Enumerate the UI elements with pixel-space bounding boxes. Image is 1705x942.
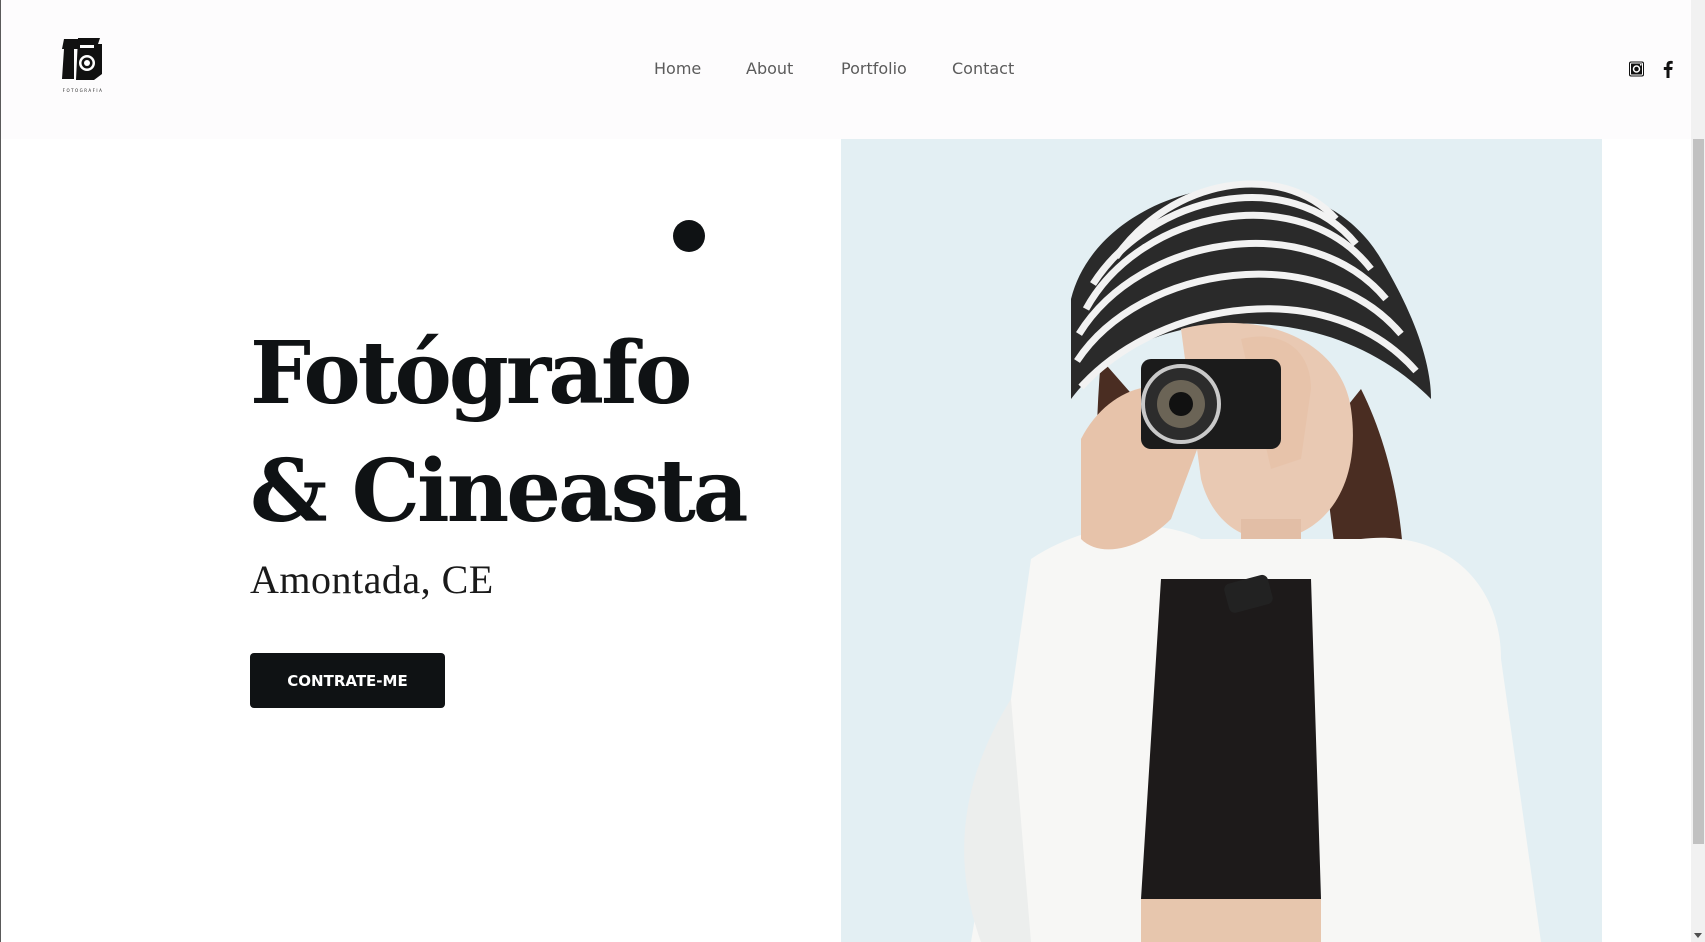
hire-me-button[interactable]: CONTRATE-ME bbox=[250, 653, 445, 708]
nav-portfolio[interactable]: Portfolio bbox=[841, 58, 907, 80]
dot-icon bbox=[673, 220, 705, 252]
camera-logo-icon bbox=[62, 38, 102, 80]
page-scrollbar[interactable] bbox=[1691, 0, 1705, 942]
hero-location: Amontada, CE bbox=[250, 557, 494, 602]
nav-contact[interactable]: Contact bbox=[952, 58, 1014, 80]
logo-caption: FOTOGRAFIA bbox=[62, 88, 104, 93]
instagram-icon[interactable] bbox=[1628, 60, 1645, 78]
logo[interactable]: FOTOGRAFIA bbox=[58, 35, 108, 97]
facebook-icon[interactable] bbox=[1662, 60, 1674, 78]
site-header: FOTOGRAFIA Home About Portfolio Contact bbox=[1, 0, 1691, 139]
page: FOTOGRAFIA Home About Portfolio Contact … bbox=[0, 0, 1705, 942]
photographer-photo bbox=[841, 139, 1602, 942]
scroll-down-arrow-icon[interactable] bbox=[1694, 933, 1702, 938]
nav-about[interactable]: About bbox=[746, 58, 793, 80]
nav-home[interactable]: Home bbox=[654, 58, 701, 80]
hero-title-line1: Fotógrafo bbox=[250, 323, 692, 424]
hero-title: Fotógrafo & Cineasta bbox=[250, 315, 749, 551]
scroll-thumb[interactable] bbox=[1693, 139, 1704, 844]
hero-title-line2: & Cineasta bbox=[250, 441, 749, 542]
